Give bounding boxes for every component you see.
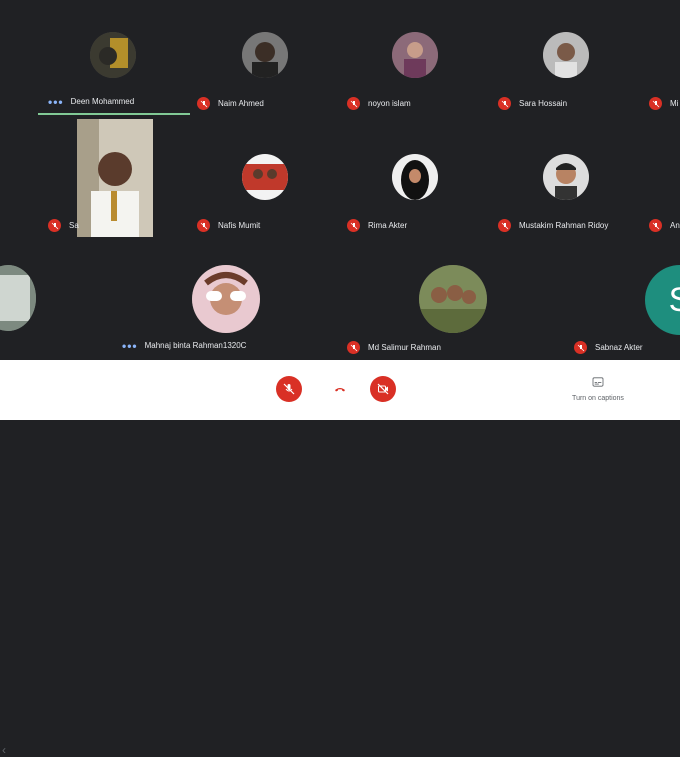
participant-name: Sa bbox=[69, 221, 79, 230]
participant-tile-sabnaz[interactable]: Sabnaz Akter bbox=[574, 341, 643, 354]
participant-tile-sa[interactable]: Sa bbox=[48, 219, 79, 232]
chevron-up-icon[interactable]: ‹ bbox=[2, 743, 6, 757]
participant-name: Mahnaj binta Rahman1320C bbox=[144, 341, 247, 350]
captions-button[interactable]: Turn on captions bbox=[558, 374, 638, 402]
mic-toggle-button[interactable] bbox=[276, 376, 302, 402]
participant-tile-mahnaj[interactable]: ••• Mahnaj binta Rahman1320C bbox=[122, 338, 247, 353]
captions-icon bbox=[592, 377, 604, 387]
camera-toggle-button[interactable] bbox=[370, 376, 396, 402]
hang-up-button[interactable] bbox=[327, 376, 353, 402]
participant-avatar bbox=[392, 154, 438, 200]
letter-avatar: S bbox=[645, 265, 680, 335]
meeting-grid: ••• Deen Mohammed Naim Ahmed noyon islam… bbox=[0, 0, 680, 360]
participant-name: Mi bbox=[670, 99, 679, 108]
participant-avatar bbox=[543, 154, 589, 200]
participant-avatar bbox=[90, 32, 136, 78]
participant-name: noyon islam bbox=[368, 99, 411, 108]
speaking-indicator-icon: ••• bbox=[122, 338, 138, 353]
participant-name: Nafis Mumit bbox=[218, 221, 261, 230]
mic-off-icon bbox=[498, 219, 511, 232]
mic-off-icon bbox=[574, 341, 587, 354]
mic-off-icon bbox=[347, 219, 360, 232]
participant-tile-noyon[interactable]: noyon islam bbox=[347, 97, 411, 110]
speaking-indicator-icon: ••• bbox=[48, 94, 64, 109]
participant-name: Sara Hossain bbox=[519, 99, 568, 108]
participant-name: Deen Mohammed bbox=[70, 97, 135, 106]
mic-off-icon bbox=[498, 97, 511, 110]
participant-name: Naim Ahmed bbox=[218, 99, 264, 108]
participant-avatar bbox=[392, 32, 438, 78]
participant-name: Md Salimur Rahman bbox=[368, 343, 441, 352]
mic-off-icon bbox=[48, 219, 61, 232]
participant-avatar bbox=[192, 265, 260, 333]
participant-avatar bbox=[242, 32, 288, 78]
participant-avatar bbox=[0, 265, 36, 331]
mic-off-icon bbox=[197, 219, 210, 232]
participant-name: Rima Akter bbox=[368, 221, 408, 230]
participant-tile-naim[interactable]: Naim Ahmed bbox=[197, 97, 264, 110]
participant-tile-an[interactable]: An bbox=[649, 219, 680, 232]
captions-label: Turn on captions bbox=[572, 395, 624, 402]
participant-name: Mustakim Rahman Ridoy bbox=[519, 221, 609, 230]
participant-tile-mi[interactable]: Mi bbox=[649, 97, 678, 110]
self-view-video bbox=[77, 119, 153, 237]
mic-off-icon bbox=[197, 97, 210, 110]
mic-off-icon bbox=[347, 97, 360, 110]
participant-avatar bbox=[543, 32, 589, 78]
call-end-icon bbox=[335, 388, 345, 392]
active-speaker-bar bbox=[38, 113, 190, 115]
mic-off-icon bbox=[347, 341, 360, 354]
participant-tile-salimur[interactable]: Md Salimur Rahman bbox=[347, 341, 441, 354]
participant-name: Sabnaz Akter bbox=[595, 343, 643, 352]
mic-off-icon bbox=[283, 383, 295, 395]
participant-name: An bbox=[670, 221, 680, 230]
mic-off-icon bbox=[649, 219, 662, 232]
mic-off-icon bbox=[649, 97, 662, 110]
participant-tile-rima[interactable]: Rima Akter bbox=[347, 219, 407, 232]
participant-avatar bbox=[419, 265, 487, 333]
participant-tile-nafis[interactable]: Nafis Mumit bbox=[197, 219, 260, 232]
participant-tile-sara[interactable]: Sara Hossain bbox=[498, 97, 567, 110]
participant-avatar bbox=[242, 154, 288, 200]
camera-off-icon bbox=[377, 383, 389, 395]
participant-tile-deen[interactable]: ••• Deen Mohammed bbox=[48, 94, 135, 109]
participant-tile-mustakim[interactable]: Mustakim Rahman Ridoy bbox=[498, 219, 608, 232]
